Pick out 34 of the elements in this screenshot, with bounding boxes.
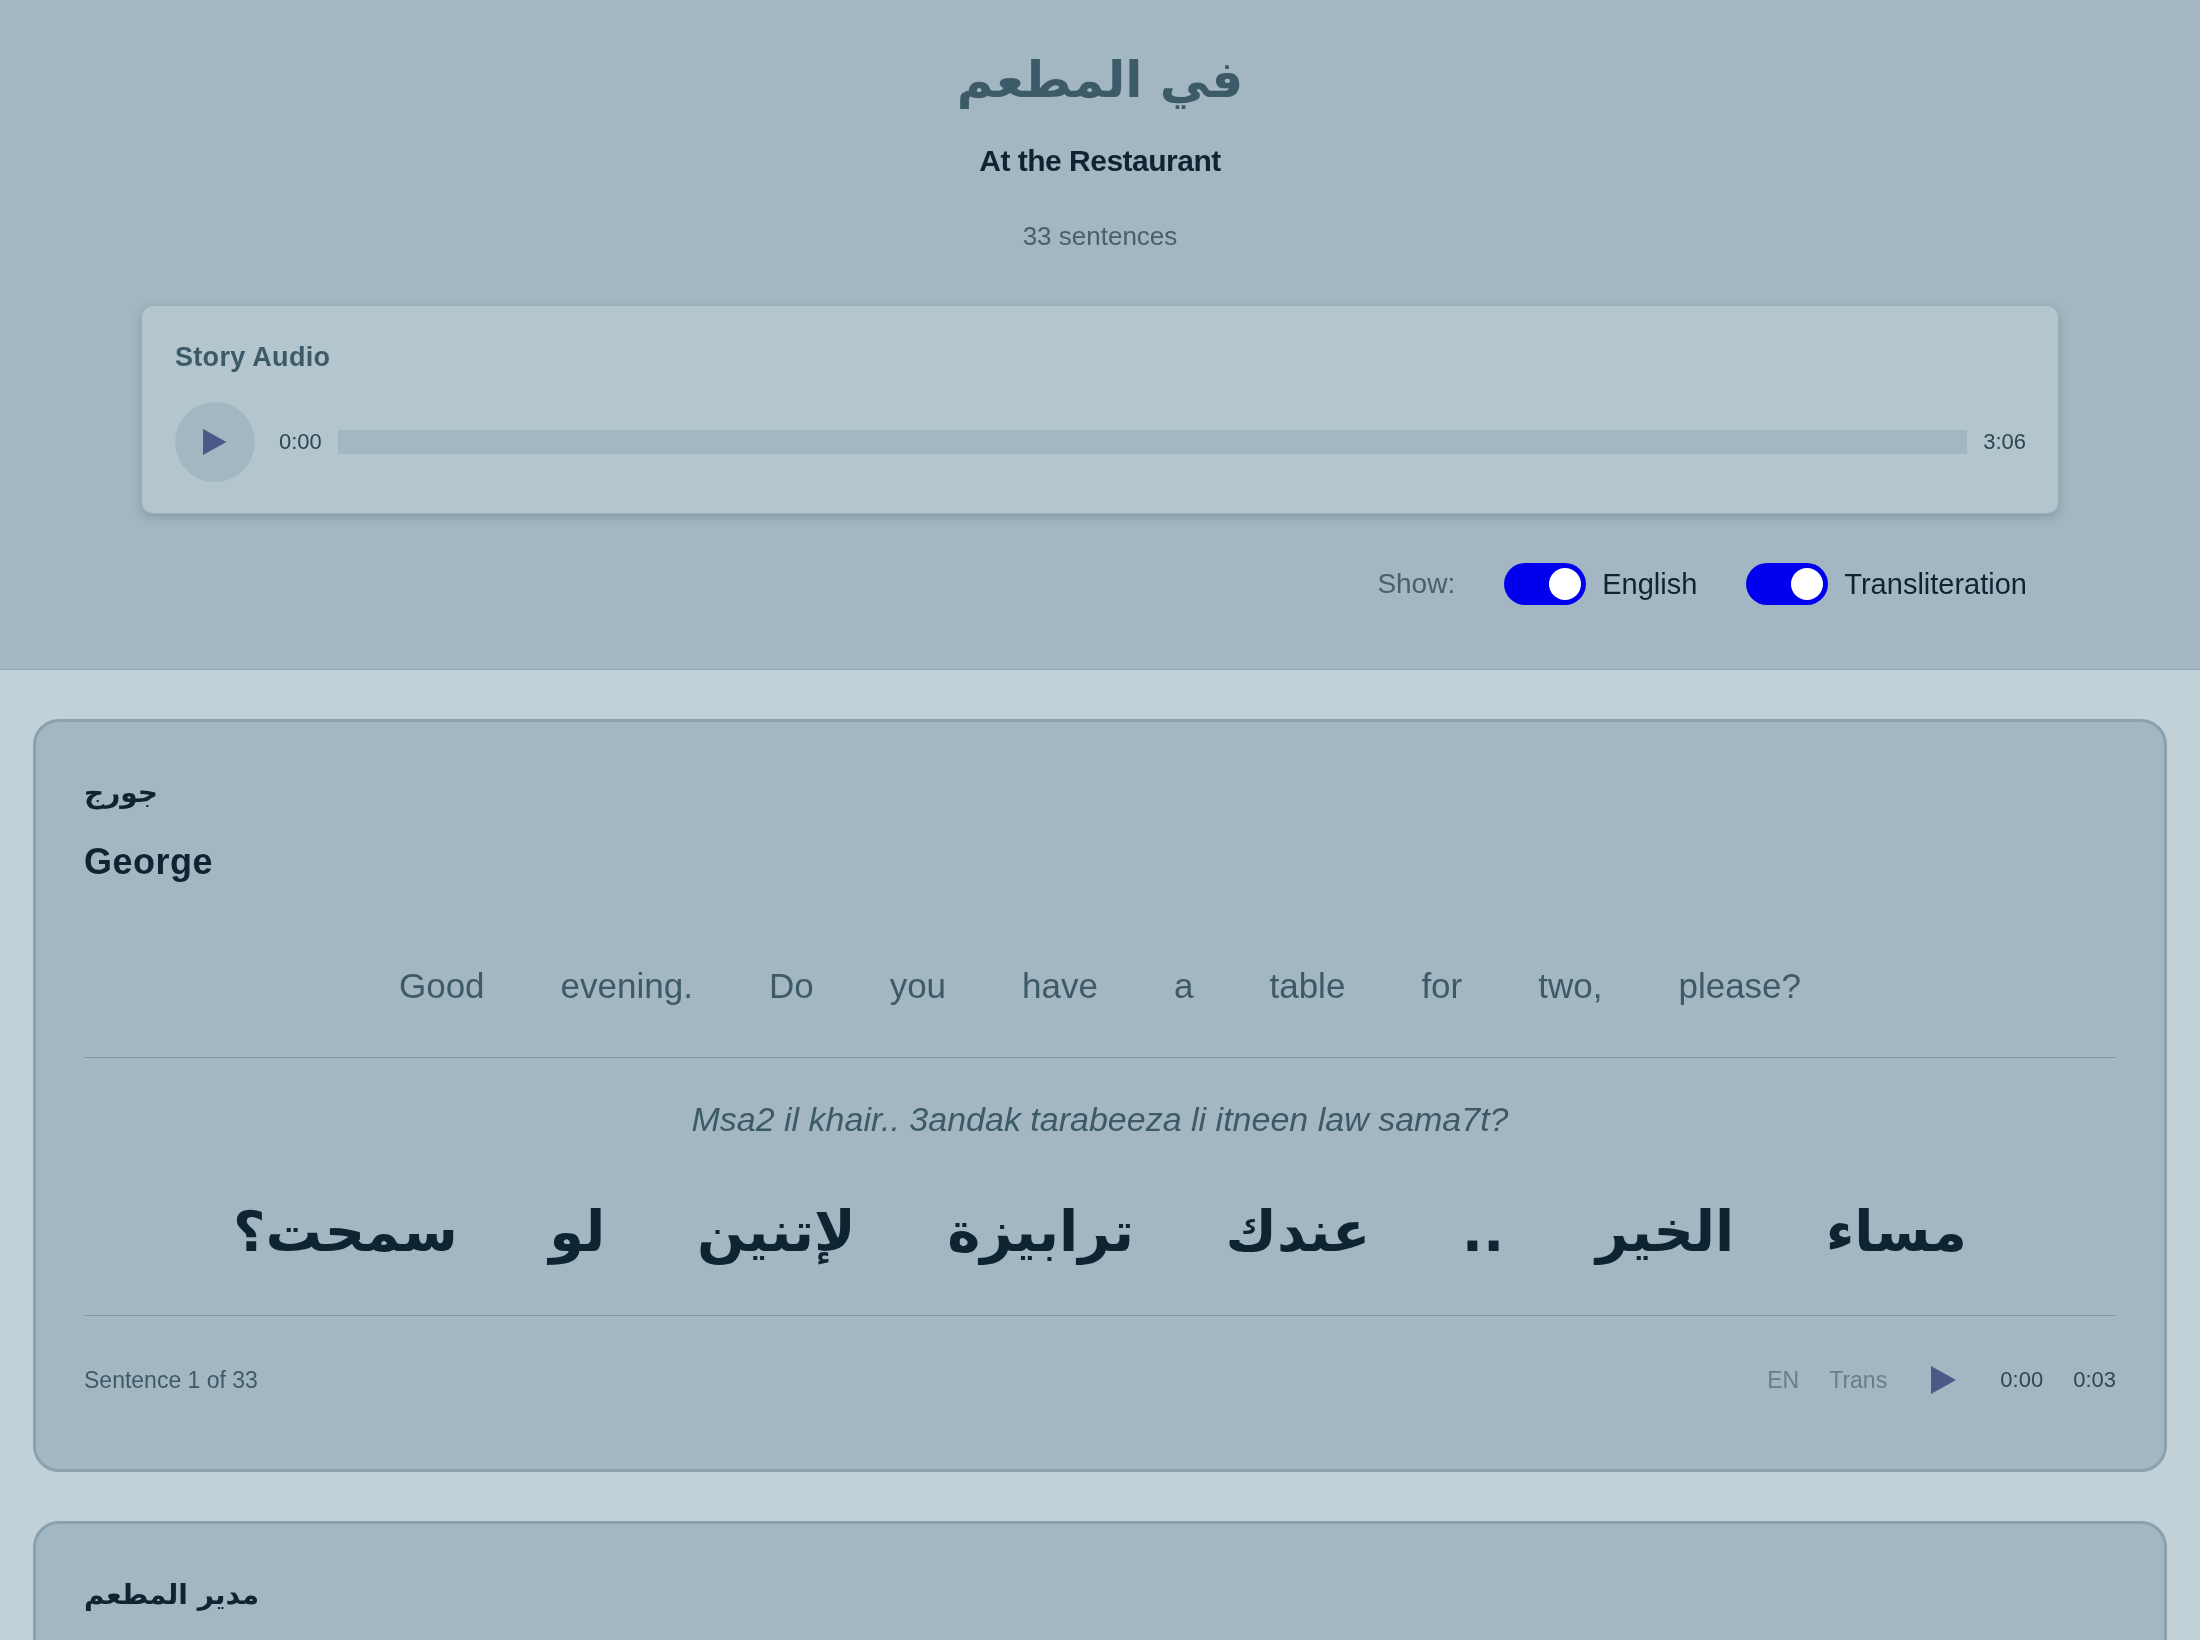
english-word[interactable]: Good (398, 961, 485, 1011)
english-button[interactable]: EN (1767, 1366, 1800, 1394)
current-time: 0:00 (2000, 1367, 2044, 1393)
arabic-title: في المطعم (956, 50, 1244, 111)
duration-time: 3:06 (1983, 428, 2026, 456)
speaker-arabic-name: جورج (84, 775, 159, 812)
english-word[interactable]: two, (1538, 961, 1603, 1011)
english-word[interactable]: please? (1678, 961, 1802, 1011)
current-time: 0:00 (279, 428, 322, 456)
show-label: Show: (1377, 568, 1456, 600)
english-word[interactable]: table (1269, 961, 1346, 1011)
toggle-label: English (1602, 567, 1698, 601)
transliteration-text: Msa2 il khair.. 3andak tarabeeza li itneen law sama7t? (691, 1099, 1509, 1140)
english-word[interactable]: evening. (560, 961, 693, 1011)
toggle-label: Transliteration (1844, 567, 2027, 601)
english-word[interactable]: for (1421, 961, 1463, 1011)
story-title: At the Restaurant (979, 143, 1221, 179)
speaker-arabic-name: مدير المطعم (84, 1577, 260, 1613)
english-word[interactable]: Do (768, 961, 814, 1011)
english-word[interactable]: a (1174, 961, 1194, 1011)
play-button[interactable] (1931, 1366, 1957, 1394)
speaker-name: George (84, 840, 214, 884)
toggle-switch[interactable] (1746, 563, 1829, 605)
duration-time: 0:03 (2073, 1367, 2116, 1393)
play-icon (1931, 1366, 1957, 1394)
sentence-count: 33 sentences (1022, 220, 1178, 253)
audio-player-title: Story Audio (175, 341, 331, 374)
english-word[interactable]: you (889, 961, 947, 1011)
sentence-counter: Sentence 1 of 33 (84, 1366, 258, 1394)
transliteration-button[interactable]: Trans (1829, 1366, 1888, 1394)
english-word[interactable]: have (1022, 961, 1098, 1011)
play-icon (203, 429, 227, 455)
arabic-sentence: مساء الخير .. عندك ترابيزة لإتنين لو سمحت؟ (233, 1198, 1967, 1267)
toggle-switch[interactable] (1504, 563, 1587, 605)
